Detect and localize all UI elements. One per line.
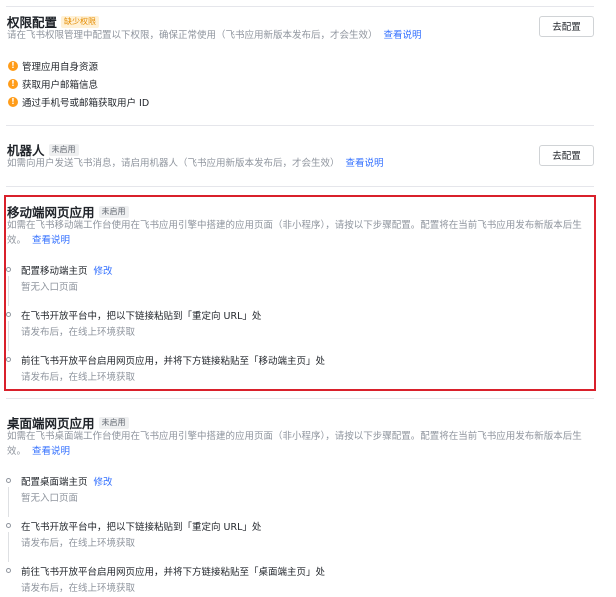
desktop-desc-text: 如需在飞书桌面端工作台使用在飞书应用引擎中搭建的应用页面（非小程序），请按以下步… xyxy=(7,431,582,457)
section-divider xyxy=(6,186,594,187)
top-divider xyxy=(6,6,594,7)
step-dot-icon xyxy=(6,568,11,573)
step-dot-icon xyxy=(6,523,11,528)
highlight-box xyxy=(4,195,596,391)
permission-item: ! 获取用户邮箱信息 xyxy=(8,77,98,91)
desktop-help-link[interactable]: 查看说明 xyxy=(32,446,70,457)
robot-desc: 如需向用户发送飞书消息，请启用机器人（飞书应用新版本发布后，才会生效） 查看说明 xyxy=(7,156,384,171)
warning-icon: ! xyxy=(8,97,18,107)
warning-icon: ! xyxy=(8,79,18,89)
permission-label: 管理应用自身资源 xyxy=(22,62,99,73)
permissions-help-link[interactable]: 查看说明 xyxy=(384,30,422,41)
permission-item: ! 管理应用自身资源 xyxy=(8,59,98,73)
desktop-homepage-edit-link[interactable]: 修改 xyxy=(94,477,113,488)
permissions-desc-text: 请在飞书权限管理中配置以下权限，确保正常使用（飞书应用新版本发布后，才会生效） xyxy=(7,30,378,41)
permission-label: 通过手机号或邮箱获取用户 ID xyxy=(22,98,150,109)
desktop-step-3-sub: 请发布后，在线上环境获取 xyxy=(21,583,136,594)
permissions-desc: 请在飞书权限管理中配置以下权限，确保正常使用（飞书应用新版本发布后，才会生效） 查… xyxy=(7,28,422,43)
desktop-desc: 如需在飞书桌面端工作台使用在飞书应用引擎中搭建的应用页面（非小程序），请按以下步… xyxy=(7,429,582,459)
step-connector xyxy=(8,532,9,562)
robot-help-link[interactable]: 查看说明 xyxy=(346,158,384,169)
permissions-configure-button[interactable]: 去配置 xyxy=(539,16,594,37)
step-dot-icon xyxy=(6,478,11,483)
permission-label: 获取用户邮箱信息 xyxy=(22,80,99,91)
disabled-badge: 未启用 xyxy=(98,416,129,429)
desktop-step-2-title: 在飞书开放平台中，把以下链接粘贴到「重定向 URL」处 xyxy=(21,522,262,533)
section-divider xyxy=(6,125,594,126)
step-title-text: 配置桌面端主页 xyxy=(21,477,88,488)
robot-configure-button[interactable]: 去配置 xyxy=(539,145,594,166)
robot-desc-text: 如需向用户发送飞书消息，请启用机器人（飞书应用新版本发布后，才会生效） xyxy=(7,158,340,169)
desktop-step-3-title: 前往飞书开放平台启用网页应用，并将下方链接粘贴至「桌面端主页」处 xyxy=(21,567,326,578)
step-connector xyxy=(8,487,9,517)
desktop-step-1-sub: 暂无入口页面 xyxy=(21,493,79,504)
permission-item: ! 通过手机号或邮箱获取用户 ID xyxy=(8,95,149,109)
disabled-badge: 未启用 xyxy=(48,143,79,156)
desktop-step-1-title: 配置桌面端主页 修改 xyxy=(21,474,113,488)
desktop-step-2-sub: 请发布后，在线上环境获取 xyxy=(21,538,136,549)
warning-icon: ! xyxy=(8,61,18,71)
section-divider xyxy=(6,398,594,399)
missing-permission-badge: 缺少权限 xyxy=(61,15,100,28)
